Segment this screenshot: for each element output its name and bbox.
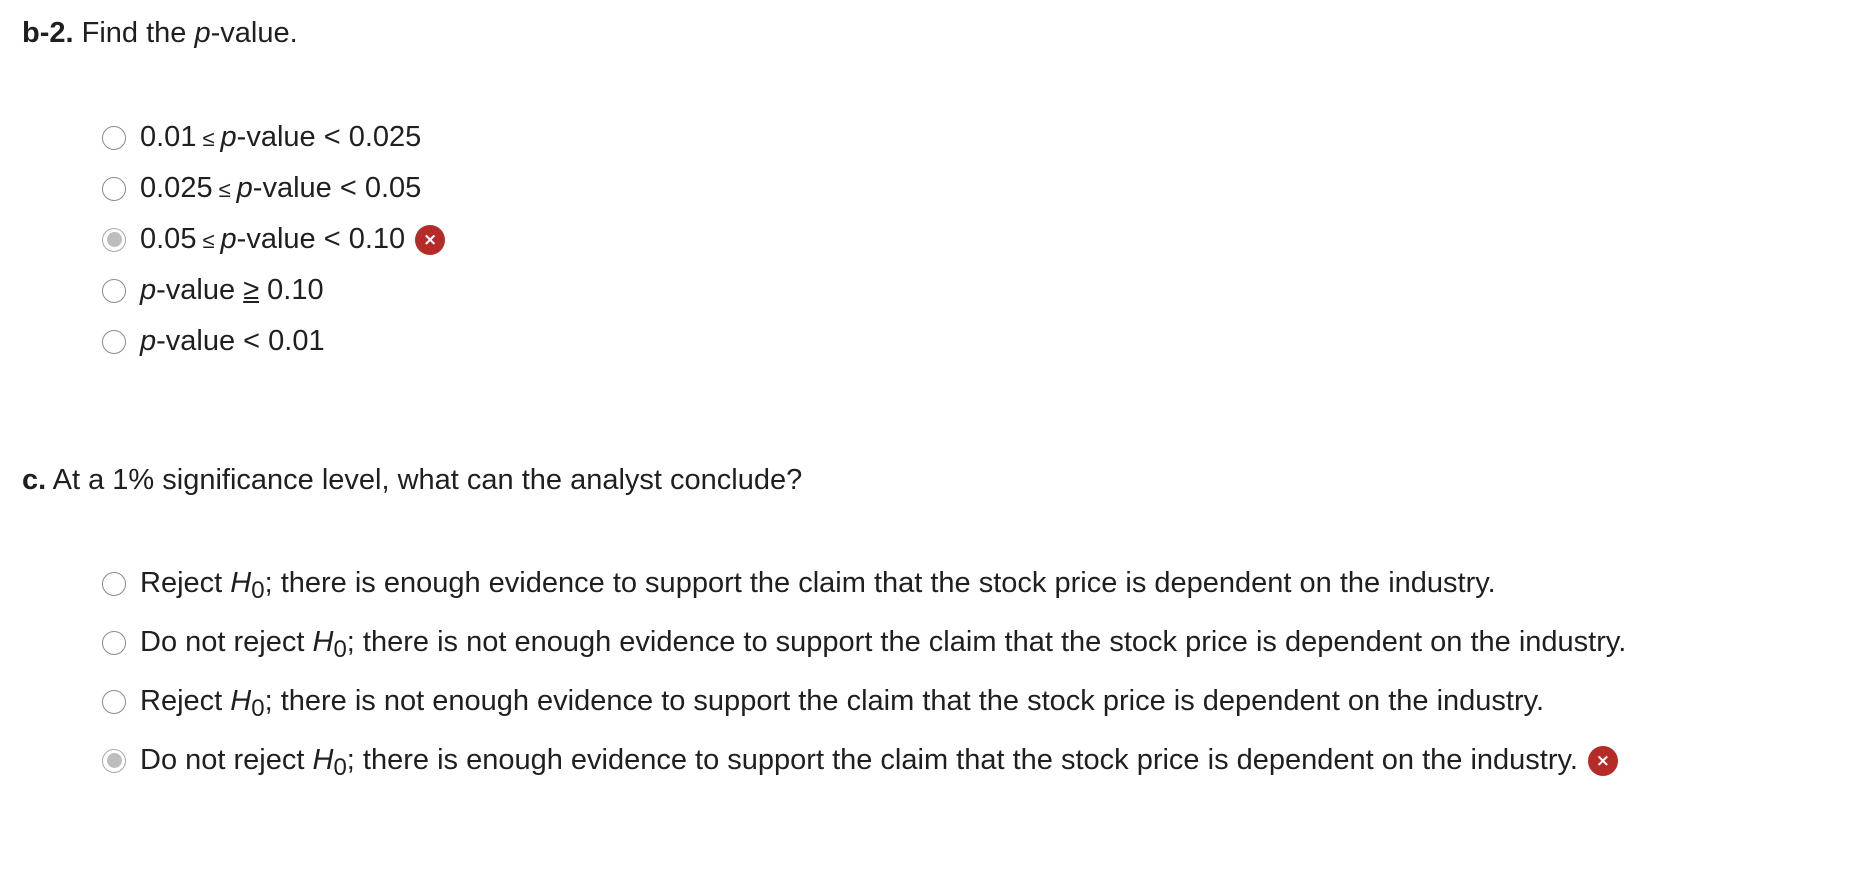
option-text: p-value < 0.01: [140, 325, 325, 357]
option-c-2[interactable]: Do not reject H0; there is not enough ev…: [102, 613, 1626, 672]
question-b2-label: b-2.: [22, 17, 74, 49]
option-b2-4[interactable]: p-value ≥ 0.10 ×: [102, 265, 445, 316]
option-text: 0.01 ≤ p-value < 0.025: [140, 121, 422, 153]
option-b2-5[interactable]: p-value < 0.01 ×: [102, 316, 445, 367]
incorrect-icon: ×: [1587, 745, 1618, 776]
option-text: Do not reject H0; there is not enough ev…: [140, 626, 1627, 663]
radio-button-selected[interactable]: [102, 748, 126, 773]
option-text: p-value ≥ 0.10: [140, 274, 324, 306]
option-text: 0.05 ≤ p-value < 0.10: [140, 223, 406, 255]
option-b2-1[interactable]: 0.01≤p-value < 0.025 ×: [102, 112, 445, 163]
question-c-label: c.: [22, 464, 47, 496]
option-b2-3[interactable]: 0.05 ≤ p-value < 0.10 ×: [102, 214, 446, 265]
radio-button-selected[interactable]: [102, 227, 126, 252]
question-b2-text: Find the: [73, 17, 195, 49]
radio-button[interactable]: [102, 689, 126, 714]
radio-button[interactable]: [102, 278, 126, 303]
option-b2-2[interactable]: 0.025≤p-value < 0.05 ×: [102, 163, 445, 214]
option-text: 0.025 ≤ p-value < 0.05: [140, 172, 422, 204]
radio-button[interactable]: [102, 630, 126, 655]
answer-options-c: Reject H0; there is enough evidence to s…: [102, 554, 1626, 790]
incorrect-icon: ×: [415, 224, 446, 255]
option-c-4[interactable]: Do not reject H0; there is enough eviden…: [102, 731, 1626, 790]
question-b2-text-end: -value.: [210, 17, 298, 49]
question-b2-prompt: b-2. Find the p-value.: [22, 16, 298, 50]
radio-button[interactable]: [102, 125, 126, 150]
question-b2-p: p: [194, 17, 211, 49]
option-text: Reject H0; there is enough evidence to s…: [140, 567, 1496, 604]
option-text: Do not reject H0; there is enough eviden…: [140, 744, 1578, 781]
radio-button[interactable]: [102, 571, 126, 596]
radio-button[interactable]: [102, 176, 126, 201]
question-c-prompt: c. At a 1% significance level, what can …: [22, 463, 802, 497]
answer-options-b2: 0.01≤p-value < 0.025 × 0.025≤p-value < 0…: [102, 112, 446, 367]
radio-button[interactable]: [102, 329, 126, 354]
question-c-text: At a 1% significance level, what can the…: [46, 464, 803, 496]
option-text: Reject H0; there is not enough evidence …: [140, 685, 1545, 722]
option-c-1[interactable]: Reject H0; there is enough evidence to s…: [102, 554, 1626, 613]
option-c-3[interactable]: Reject H0; there is not enough evidence …: [102, 672, 1626, 731]
